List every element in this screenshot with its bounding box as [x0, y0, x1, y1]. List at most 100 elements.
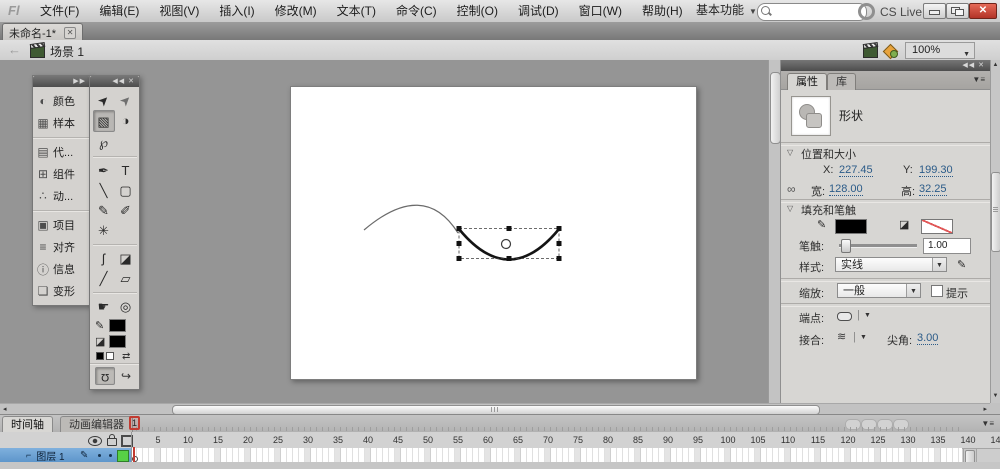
- menu-item-1[interactable]: 编辑(E): [89, 0, 149, 22]
- join-dropdown-icon[interactable]: ▼: [860, 334, 867, 341]
- stroke-color-swatch[interactable]: [109, 319, 126, 332]
- dock-item-项目[interactable]: ▣项目: [33, 214, 90, 236]
- layer-outline-color-swatch[interactable]: [117, 450, 129, 462]
- eyedropper-tool[interactable]: ╱: [93, 268, 115, 288]
- bone-tool[interactable]: ʃ: [93, 248, 115, 268]
- dock-item-代...[interactable]: ▤代...: [33, 141, 90, 163]
- transform-center-point[interactable]: [502, 240, 511, 249]
- y-value[interactable]: 199.30: [919, 164, 953, 177]
- scroll-down-icon[interactable]: ▼: [991, 391, 1000, 401]
- menu-item-9[interactable]: 窗口(W): [569, 0, 632, 22]
- dock-item-颜色[interactable]: ◐颜色: [33, 90, 90, 112]
- menu-item-6[interactable]: 命令(C): [386, 0, 447, 22]
- fill-color-swatch[interactable]: [109, 335, 126, 348]
- scroll-left-icon[interactable]: ◂: [3, 405, 7, 414]
- layer-name[interactable]: 图层 1: [36, 448, 64, 463]
- menu-item-3[interactable]: 插入(I): [209, 0, 264, 22]
- scroll-right-icon[interactable]: ▸: [983, 405, 987, 414]
- section-fill-stroke[interactable]: ▽ 填充和笔触: [781, 202, 991, 216]
- menu-item-4[interactable]: 修改(M): [265, 0, 327, 22]
- snap-to-objects-button[interactable]: Ω: [95, 367, 115, 385]
- dock-item-组件[interactable]: ⊞组件: [33, 163, 90, 185]
- dock-item-变形[interactable]: ❏变形: [33, 280, 90, 302]
- dock-item-对齐[interactable]: ≡对齐: [33, 236, 90, 258]
- scroll-thumb[interactable]: [770, 72, 780, 144]
- eraser-tool[interactable]: ▱: [115, 268, 137, 288]
- frame-ruler[interactable]: 5101520253035404550556065707580859095100…: [0, 432, 1000, 448]
- close-button[interactable]: ✕: [969, 3, 997, 19]
- tools-panel-header[interactable]: ◀◀ ✕: [90, 76, 139, 87]
- stroke-weight-input[interactable]: 1.00: [923, 238, 971, 254]
- deco-tool[interactable]: ✳: [93, 220, 115, 240]
- zoom-tool[interactable]: ◎: [115, 296, 137, 316]
- 3d-rotation-tool[interactable]: ◑: [115, 110, 137, 130]
- width-value[interactable]: 128.00: [829, 183, 863, 196]
- edit-symbols-button[interactable]: [884, 44, 897, 57]
- rectangle-tool[interactable]: ▢: [115, 180, 137, 200]
- layer-lock-dot[interactable]: [109, 454, 112, 457]
- join-style-icon[interactable]: ≋: [837, 330, 846, 343]
- frame-cell-138[interactable]: [953, 448, 959, 462]
- stage-vertical-scrollbar[interactable]: [768, 60, 780, 403]
- height-value[interactable]: 32.25: [919, 183, 947, 196]
- link-dimensions-icon[interactable]: ∞: [787, 182, 796, 196]
- search-input[interactable]: [757, 3, 867, 21]
- lasso-tool[interactable]: ℘: [93, 132, 115, 152]
- stroke-slider-thumb[interactable]: [841, 239, 851, 253]
- tab-properties[interactable]: 属性: [787, 73, 827, 90]
- fill-color-control[interactable]: ◪: [90, 333, 139, 349]
- selection-tool[interactable]: ➤: [93, 90, 115, 110]
- close-icon[interactable]: ✕: [64, 27, 76, 39]
- dock-item-样本[interactable]: ▦样本: [33, 112, 90, 134]
- cap-style-icon[interactable]: [837, 312, 852, 321]
- dock-item-信息[interactable]: ⓘ信息: [33, 258, 90, 280]
- minimize-button[interactable]: [923, 3, 946, 19]
- menu-item-7[interactable]: 控制(O): [447, 0, 508, 22]
- default-colors-button[interactable]: [96, 352, 104, 360]
- dock-header[interactable]: ▶▶: [33, 76, 90, 87]
- hand-tool[interactable]: ☛: [93, 296, 115, 316]
- menu-item-2[interactable]: 视图(V): [149, 0, 209, 22]
- text-tool[interactable]: T: [115, 160, 137, 180]
- edit-stroke-style-icon[interactable]: ✎: [957, 258, 966, 271]
- brush-tool[interactable]: ✐: [115, 200, 137, 220]
- layer-frames-track[interactable]: [131, 448, 962, 463]
- line-tool[interactable]: ╲: [93, 180, 115, 200]
- layer-visibility-dot[interactable]: [98, 454, 101, 457]
- pencil-tool[interactable]: ✎: [93, 200, 115, 220]
- miter-value[interactable]: 3.00: [917, 332, 938, 345]
- workspace-switcher-button[interactable]: 基本功能▼: [688, 2, 765, 19]
- curve-segment-selected[interactable]: [459, 229, 559, 260]
- free-transform-tool[interactable]: ▧: [93, 110, 115, 132]
- fill-no-color-swatch[interactable]: [921, 219, 953, 234]
- menu-item-10[interactable]: 帮助(H): [632, 0, 693, 22]
- document-tab[interactable]: 未命名-1* ✕: [2, 23, 83, 41]
- back-arrow-icon[interactable]: ←: [8, 42, 21, 57]
- scroll-thumb[interactable]: [991, 172, 1000, 252]
- swap-colors-icon[interactable]: ⇄: [122, 351, 130, 362]
- edit-scene-button[interactable]: [863, 46, 878, 58]
- menu-item-0[interactable]: 文件(F): [30, 0, 89, 22]
- hinting-checkbox[interactable]: [931, 285, 943, 297]
- stage-zoom-select[interactable]: 100% ▼: [905, 42, 975, 59]
- curve-segment-unselected[interactable]: [364, 205, 458, 233]
- layer-row[interactable]: ⌐ 图层 1 ✎: [0, 448, 131, 463]
- no-color-button[interactable]: [106, 352, 114, 360]
- subselection-tool[interactable]: ➤: [115, 90, 137, 110]
- section-position-size[interactable]: ▽ 位置和大小: [781, 146, 991, 160]
- stroke-scale-select[interactable]: 一般 ▼: [837, 283, 921, 298]
- pen-tool[interactable]: ✒: [93, 160, 115, 180]
- stroke-style-select[interactable]: 实线 ▼: [835, 257, 947, 272]
- scroll-up-icon[interactable]: ▲: [991, 60, 1000, 70]
- menu-item-5[interactable]: 文本(T): [327, 0, 386, 22]
- x-value[interactable]: 227.45: [839, 164, 873, 177]
- object-drawing-icon[interactable]: ↪: [121, 369, 131, 383]
- tab-timeline[interactable]: 时间轴: [2, 416, 53, 433]
- dock-item-动...[interactable]: ∴动...: [33, 185, 90, 207]
- properties-vertical-scrollbar[interactable]: ▲ ▼: [990, 60, 1000, 403]
- stage-canvas[interactable]: [290, 86, 697, 380]
- menu-item-8[interactable]: 调试(D): [508, 0, 569, 22]
- properties-panel-header[interactable]: ◀◀ ✕: [781, 60, 991, 71]
- paint-bucket-tool[interactable]: ◪: [115, 248, 137, 268]
- restore-button[interactable]: [946, 3, 969, 19]
